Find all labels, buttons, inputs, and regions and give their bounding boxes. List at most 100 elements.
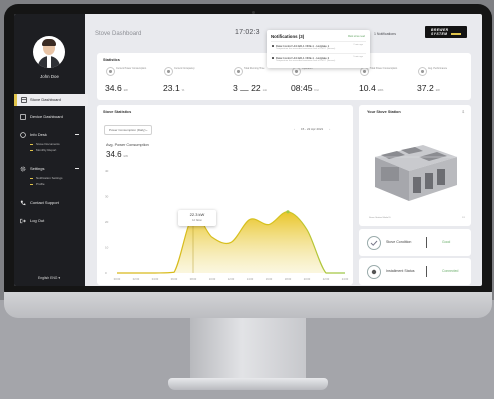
check-icon <box>367 236 381 250</box>
energy-icon <box>360 67 369 76</box>
stat-value: 10.4 kWh <box>359 83 383 93</box>
clock: 17:02:3 <box>235 29 260 36</box>
logo-accent <box>451 32 461 35</box>
stat-total-running-time: Total Running Time 3 ⎼ 22 min <box>233 67 288 97</box>
page-title: Stove Dashboard <box>95 31 142 37</box>
notification-sub: Temperature has exceeded maximum limit o… <box>276 48 336 50</box>
x-tick-label: 18:00 <box>285 277 292 281</box>
sidebar-subitem[interactable]: Stove Documents <box>30 142 60 146</box>
stat-value: 34.6 kW <box>105 83 128 93</box>
sidebar-item-log-out[interactable]: Log Out <box>14 215 85 227</box>
sidebar-item-label: Settings <box>30 166 45 172</box>
stove-model-caption: Stove Station Model S <box>369 217 391 219</box>
avg-power-value: 34.6 kW <box>106 150 128 159</box>
info-icon <box>20 132 26 138</box>
date-range: 15 - 22 Apr 2021 <box>301 127 324 131</box>
metric-select[interactable]: Power Consumption (Daily) ⌄ <box>104 125 152 135</box>
sidebar-item-stove-dashboard[interactable]: Stove Dashboard <box>14 94 88 106</box>
image-pager: 1/1 <box>461 217 465 219</box>
stat-current-power: Current Power Consumption 34.6 kW <box>105 67 160 97</box>
sidebar-subitem[interactable]: Monthly Report <box>30 148 56 152</box>
sidebar-item-label: Device Dashboard <box>30 114 63 120</box>
occupancy-icon <box>164 67 173 76</box>
stat-number: 3 ⎼ 22 <box>233 83 261 93</box>
x-tick-label: 14:00 <box>247 277 254 281</box>
stat-operation: Operation 08:45 h/d <box>291 67 346 97</box>
y-tick-label: 30 <box>105 195 109 199</box>
y-tick-label: 20 <box>105 220 109 224</box>
x-tick-label: 08:00 <box>190 277 197 281</box>
avatar[interactable] <box>33 36 65 68</box>
next-date-icon[interactable]: › <box>329 127 330 131</box>
stat-current-occupancy: Current Occupancy 23.1% <box>163 67 218 97</box>
stat-number: 23.1 <box>163 83 180 93</box>
date-navigator: ‹ 15 - 22 Apr 2021 › <box>288 127 336 131</box>
gear-icon <box>20 166 26 172</box>
stat-label: Current Power Consumption <box>116 67 147 70</box>
collapse-icon[interactable] <box>75 134 79 135</box>
avg-power-label: Avg. Power Consumption <box>106 143 149 147</box>
performance-icon <box>418 67 427 76</box>
stat-number: 08:45 <box>291 83 313 93</box>
stat-unit: h/d <box>314 88 319 92</box>
status-divider <box>426 237 428 248</box>
status-label: Stove Condition <box>386 239 412 244</box>
chevron-down-icon: ⌄ <box>145 128 148 133</box>
notification-time: 5 min ago <box>353 56 363 58</box>
status-divider <box>426 266 428 277</box>
metric-select-value: Power Consumption (Daily) <box>109 128 146 132</box>
operation-icon <box>292 67 301 76</box>
statistics-title: Statistics <box>103 58 120 62</box>
logout-icon <box>20 218 26 224</box>
stat-unit: kWh <box>377 88 384 92</box>
sidebar-item-settings[interactable]: Settings <box>14 163 85 175</box>
sidebar-item-contact-support[interactable]: Contact Support <box>14 197 85 209</box>
stat-value: 23.1% <box>163 83 184 93</box>
download-icon[interactable]: ⇩ <box>462 109 465 114</box>
y-tick-label: 40 <box>105 169 109 173</box>
status-value: Connected <box>442 268 459 273</box>
logo-line1: BREWER <box>431 27 449 32</box>
stat-number: 10.4 <box>359 83 376 93</box>
x-tick-label: 20:00 <box>304 277 311 281</box>
brand-logo: BREWER SYSTEM <box>425 26 467 38</box>
avg-power-number: 34.6 <box>106 150 122 159</box>
tooltip-value: 22.3 kW <box>189 212 205 217</box>
sidebar: John Doe Stove Dashboard Device Dashboar… <box>14 14 88 286</box>
language-selector[interactable]: English ENG ▾ <box>38 276 60 280</box>
monitor-stand <box>190 318 306 382</box>
notifications-button[interactable]: 1 Notifications <box>374 32 396 36</box>
divider <box>271 53 366 54</box>
stat-label: Current Occupancy <box>174 67 195 70</box>
record-icon <box>367 265 381 279</box>
prev-date-icon[interactable]: ‹ <box>294 127 295 131</box>
mark-all-read-link[interactable]: Mark all as read <box>348 35 365 38</box>
stove-station-image[interactable] <box>367 123 463 213</box>
screen: John Doe Stove Dashboard Device Dashboar… <box>14 14 482 286</box>
device-icon <box>20 114 26 120</box>
stat-unit: kW <box>123 88 128 92</box>
sidebar-item-label: Contact Support <box>30 200 59 206</box>
sidebar-item-info-desk[interactable]: Info Desk <box>14 129 85 141</box>
stat-unit: kW <box>435 88 440 92</box>
x-tick-label: 06:00 <box>171 277 178 281</box>
stove-condition-card: Stove Condition Good <box>359 229 471 256</box>
sidebar-subitem[interactable]: Profile <box>30 182 45 186</box>
power-icon <box>106 67 115 76</box>
stat-value: 37.2 kW <box>417 83 440 93</box>
language-label: English ENG <box>38 276 58 280</box>
stove-statistics-card: Stove Statistics Power Consumption (Dail… <box>97 105 353 285</box>
sidebar-item-device-dashboard[interactable]: Device Dashboard <box>14 111 85 123</box>
notifications-title: Notifications (3) <box>271 34 305 39</box>
x-tick-label: 12:00 <box>228 277 235 281</box>
stat-value: 3 ⎼ 22 min <box>233 83 267 94</box>
x-tick-label: 22:00 <box>323 277 330 281</box>
x-tick-label: 04:00 <box>152 277 159 281</box>
collapse-icon[interactable] <box>75 168 79 169</box>
notifications-popup: Notifications (3) Mark all as read Data … <box>267 30 370 68</box>
y-tick-label: 10 <box>105 246 109 250</box>
power-chart[interactable]: 0 10 20 30 40 00:00 02:00 04:00 06:00 08:00 10:00 1… <box>97 163 353 283</box>
x-tick-label: 24:00 <box>342 277 349 281</box>
notification-sub: Temperature has exceeded maximum limit o… <box>276 60 336 62</box>
sidebar-subitem[interactable]: Notification Settings <box>30 176 63 180</box>
